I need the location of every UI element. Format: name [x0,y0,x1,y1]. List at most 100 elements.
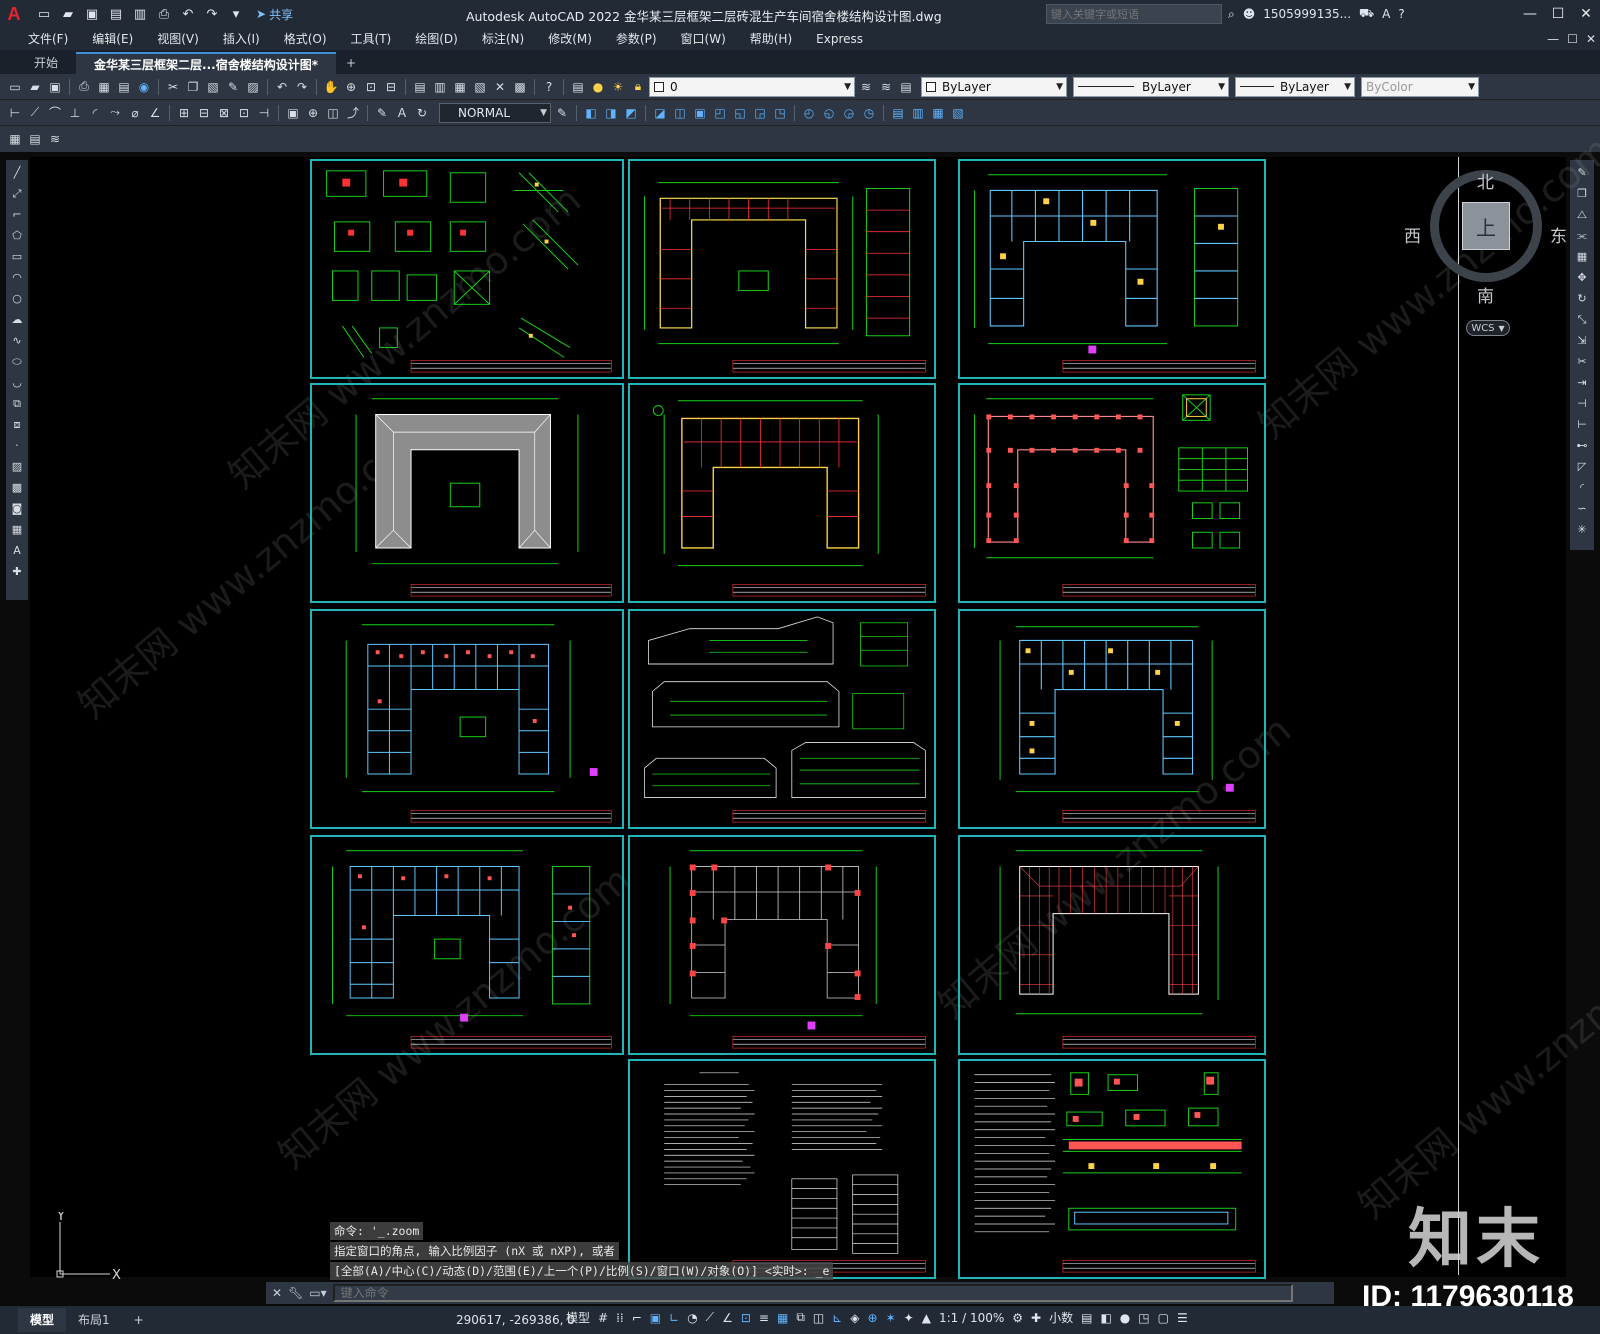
dynamic-ucs-icon[interactable]: ⊾ [832,1311,842,1325]
isolate-objects-icon[interactable]: ● [1120,1311,1130,1325]
viewcube[interactable]: 上 北 南 西 东 [1404,170,1567,307]
publish-icon[interactable]: ▤ [115,78,133,96]
break-icon[interactable]: ⊢ [1577,416,1587,434]
menu-parametric[interactable]: 参数(P) [604,28,669,50]
drawing-sheet-stair-details[interactable] [310,159,624,379]
drawing-sheet-roof-slab-reinforcement[interactable] [310,835,624,1055]
drawing-sheet-second-floor-beams[interactable] [958,609,1266,829]
command-prompt-icon[interactable]: ▭▾ [309,1286,326,1300]
dim-style-manager-icon[interactable]: ✎ [553,104,571,122]
menu-dimension[interactable]: 标注(N) [470,28,536,50]
tolerance-icon[interactable]: ▣ [284,104,302,122]
transparency-icon[interactable]: ▦ [777,1311,788,1325]
annotation-scale-value[interactable]: 1:1 / 100% [939,1311,1004,1325]
line-icon[interactable]: ╱ [14,164,21,182]
circle-icon[interactable]: ○ [12,290,22,308]
rectangle-icon[interactable]: ▭ [12,248,22,266]
sheet-set-icon[interactable]: ▧ [471,78,489,96]
pan-icon[interactable]: ✋ [322,78,340,96]
object-snap-icon[interactable]: ⊡ [741,1311,751,1325]
save-icon[interactable]: ▣ [46,78,64,96]
rotate-icon[interactable]: ↻ [1577,290,1586,308]
mirror-icon[interactable]: ⧍ [1577,206,1587,224]
compass-west[interactable]: 西 [1404,222,1421,247]
point-icon[interactable]: ⋅ [15,437,19,455]
drawing-sheet-first-floor-plan[interactable] [628,383,936,603]
scale-icon[interactable]: ⤡ [1578,311,1587,329]
grid-icon[interactable]: # [598,1311,608,1325]
dynamic-input-icon[interactable]: ▣ [650,1311,661,1325]
tool-palettes-icon[interactable]: ▦ [451,78,469,96]
redo-icon[interactable]: ↷ [202,5,222,23]
trim-icon[interactable]: ✂ [1577,353,1586,371]
modify-tool-3-icon[interactable]: ◩ [622,104,640,122]
menu-draw[interactable]: 绘图(D) [403,28,470,50]
aligned-dim-icon[interactable]: ⟋ [26,104,44,122]
radius-dim-icon[interactable]: ◜ [86,104,104,122]
menu-express[interactable]: Express [804,28,875,50]
drawing-sheet-second-floor-plan[interactable] [628,159,936,379]
join-icon[interactable]: ⊷ [1577,437,1588,455]
annotation-monitor-icon[interactable]: ✚ [1031,1311,1041,1325]
continue-dim-icon[interactable]: ⊠ [215,104,233,122]
drawing-sheet-column-layout[interactable] [628,835,936,1055]
auto-scale-icon[interactable]: ✦ [904,1311,914,1325]
arc-icon[interactable]: ◠ [12,269,22,287]
layer-dropdown[interactable]: 0 ▼ [649,76,855,97]
units-value[interactable]: 小数 [1049,1309,1073,1326]
menu-insert[interactable]: 插入(I) [211,28,272,50]
baseline-dim-icon[interactable]: ⊟ [195,104,213,122]
modify-tool-10-icon[interactable]: ◳ [771,104,789,122]
modify-tool-14-icon[interactable]: ◷ [860,104,878,122]
modify-tool-17-icon[interactable]: ▦ [929,104,947,122]
gradient-icon[interactable]: ▩ [12,479,22,497]
open-icon[interactable]: ▰ [58,5,78,23]
share-button[interactable]: ➤ 共享 [256,6,293,23]
zoom-previous-icon[interactable]: ⊟ [382,78,400,96]
modify-tool-1-icon[interactable]: ◧ [582,104,600,122]
center-mark-icon[interactable]: ⊕ [304,104,322,122]
linetype-dropdown[interactable]: ByLayer ▼ [1073,76,1229,97]
model-space-button[interactable]: 模型 [566,1309,590,1326]
selection-cycling-icon[interactable]: ⧉ [796,1310,805,1325]
properties-icon[interactable]: ▤ [411,78,429,96]
color-dropdown[interactable]: ByLayer ▼ [921,76,1067,97]
modify-tool-9-icon[interactable]: ◲ [751,104,769,122]
viewcube-top-face[interactable]: 上 [1462,202,1510,250]
drawing-sheet-roof-plan[interactable] [310,383,624,603]
menu-tools[interactable]: 工具(T) [339,28,404,50]
menu-file[interactable]: 文件(F) [16,28,80,50]
undo-icon[interactable]: ↶ [273,78,291,96]
polar-tracking-icon[interactable]: ◔ [687,1311,697,1325]
array-icon[interactable]: ▦ [1577,248,1587,266]
customization-icon[interactable]: ☰ [1177,1311,1188,1325]
autocad-logo-icon[interactable]: A [0,0,28,28]
add-selected-icon[interactable]: ✚ [12,563,21,581]
layer-lock-icon[interactable]: 🔒︎ [629,78,647,96]
modify-tool-5-icon[interactable]: ◫ [671,104,689,122]
linear-dim-icon[interactable]: ⊢ [6,104,24,122]
copy-object-icon[interactable]: ❐ [1577,185,1587,203]
modify-tool-8-icon[interactable]: ◱ [731,104,749,122]
snap-icon[interactable]: ⁞⁞ [616,1311,624,1325]
cut-icon[interactable]: ✂ [164,78,182,96]
quick-properties-icon[interactable]: ▤ [1081,1311,1092,1325]
angular-dim-icon[interactable]: ∠ [146,104,164,122]
copy-icon[interactable]: ❐ [184,78,202,96]
object-snap-tracking-icon[interactable]: ∠ [722,1311,733,1325]
undo-icon[interactable]: ↶ [178,5,198,23]
new-icon[interactable]: ▭ [34,5,54,23]
lock-ui-icon[interactable]: ◧ [1100,1311,1111,1325]
modify-tool-16-icon[interactable]: ▥ [909,104,927,122]
dim-edit-icon[interactable]: ✎ [373,104,391,122]
maximize-button[interactable]: ☐ [1544,0,1572,28]
ordinate-dim-icon[interactable]: ⊥ [66,104,84,122]
break-at-point-icon[interactable]: ⊣ [1577,395,1587,413]
layer-freeze-icon[interactable]: ☀ [609,78,627,96]
paste-icon[interactable]: ▧ [204,78,222,96]
open-icon[interactable]: ▰ [26,78,44,96]
insert-field-icon[interactable]: ▤ [26,130,44,148]
arc-length-icon[interactable]: ⌒ [46,104,64,122]
layer-walk-icon[interactable]: ≋ [46,130,64,148]
drawing-sheet-beam-layout[interactable] [958,159,1266,379]
